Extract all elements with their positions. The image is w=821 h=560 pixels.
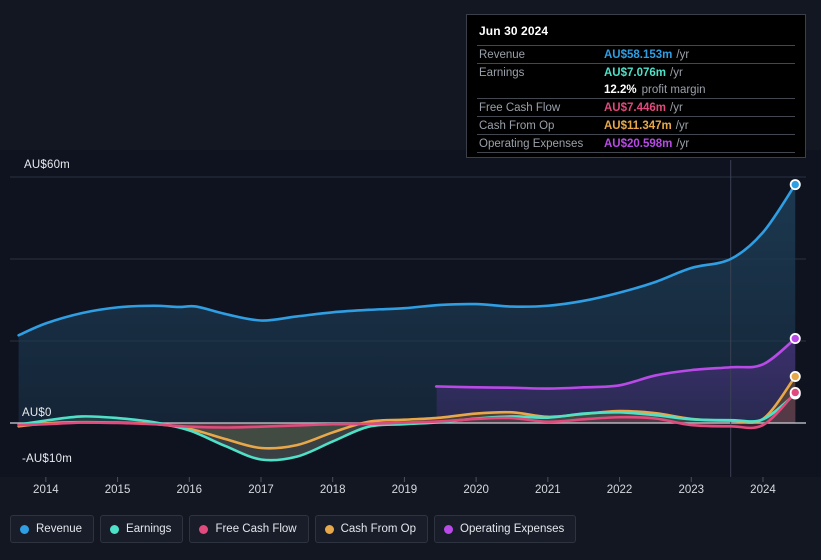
tooltip-row-value: 12.2% [604, 84, 637, 96]
endpoint-marker-free-cash-flow [789, 386, 801, 398]
legend-color-dot-icon [20, 524, 29, 534]
tooltip-row: Revenue AU$58.153m/yr [477, 45, 795, 63]
tooltip-row-value: AU$20.598m [604, 138, 673, 150]
x-axis-label-2019: 2019 [391, 484, 418, 496]
legend-item-label: Free Cash Flow [215, 523, 297, 535]
tooltip-row: Earnings AU$7.076m/yr [477, 63, 795, 81]
y-axis-label-60m: AU$60m [24, 159, 70, 171]
x-axis-label-2021: 2021 [535, 484, 561, 496]
tooltip-row-value: AU$11.347m [604, 120, 672, 132]
legend-item-label: Revenue [36, 523, 83, 535]
legend-item-cash-from-op[interactable]: Cash From Op [314, 515, 429, 543]
x-axis-label-2017: 2017 [248, 484, 274, 496]
tooltip-date: Jun 30 2024 [479, 24, 549, 38]
x-axis-label-2018: 2018 [319, 484, 346, 496]
tooltip-row-value: AU$7.446m [604, 102, 667, 114]
tooltip-row-label: Cash From Op [479, 120, 555, 132]
y-axis-label-0: AU$0 [22, 407, 52, 419]
legend-color-dot-icon [199, 524, 209, 534]
legend-color-dot-icon [324, 524, 334, 534]
tooltip-rows: Revenue AU$58.153m/yr Earnings AU$7.076m/yr… [477, 45, 795, 152]
legend-item-operating-expenses[interactable]: Operating Expenses [434, 515, 577, 543]
legend-item-label: Cash From Op [340, 523, 417, 535]
tooltip-row: Free Cash Flow AU$7.446m/yr [477, 98, 795, 116]
data-tooltip-panel: Jun 30 2024 Revenue AU$58.153m/yr Earnings… [466, 14, 806, 158]
tooltip-row-label: Revenue [479, 49, 526, 61]
tooltip-row-unit: /yr [670, 67, 683, 79]
x-axis-label-2022: 2022 [606, 484, 633, 496]
chart-legend[interactable]: Revenue Earnings Free Cash Flow Cash From O… [10, 515, 577, 543]
tooltip-row: 12.2% profit margin [477, 81, 795, 98]
tooltip-row-unit: /yr [676, 138, 690, 150]
tooltip-row-suffix: profit margin [641, 84, 706, 96]
legend-item-free-cash-flow[interactable]: Free Cash Flow [189, 515, 309, 543]
x-axis-label-2024: 2024 [750, 484, 776, 496]
endpoint-marker-revenue [789, 179, 801, 191]
legend-color-dot-icon [444, 524, 454, 534]
tooltip-row-value: AU$7.076m [604, 67, 667, 79]
legend-item-earnings[interactable]: Earnings [100, 515, 184, 543]
tooltip-row: Cash From Op AU$11.347m/yr [477, 116, 795, 134]
tooltip-row-unit: /yr [675, 120, 689, 132]
tooltip-row: Operating Expenses AU$20.598m/yr [477, 134, 795, 152]
tooltip-row-label: Earnings [479, 67, 525, 79]
tooltip-row-label: Free Cash Flow [479, 102, 561, 114]
tooltip-bottom-divider [477, 152, 795, 153]
endpoint-marker-cash-from-op [789, 370, 801, 382]
legend-color-dot-icon [110, 524, 120, 534]
x-axis-label-2016: 2016 [176, 484, 203, 496]
x-axis-label-2015: 2015 [104, 484, 131, 496]
tooltip-row-unit: /yr [676, 49, 690, 61]
x-axis-label-2020: 2020 [463, 484, 489, 496]
financial-chart-screenshot: AU$60m AU$0 -AU$10m 2014 2015 2016 2017 2018… [0, 0, 821, 560]
legend-item-label: Operating Expenses [460, 523, 565, 535]
x-axis-label-2014: 2014 [33, 484, 59, 496]
x-axis-label-2023: 2023 [678, 484, 705, 496]
tooltip-row-value: AU$58.153m [604, 49, 673, 61]
endpoint-marker-operating-expenses [789, 333, 801, 345]
y-axis-label-neg10m: -AU$10m [22, 453, 72, 465]
legend-item-revenue[interactable]: Revenue [10, 515, 95, 543]
legend-item-label: Earnings [126, 523, 172, 535]
tooltip-row-unit: /yr [670, 102, 683, 114]
tooltip-row-label: Operating Expenses [479, 138, 584, 150]
